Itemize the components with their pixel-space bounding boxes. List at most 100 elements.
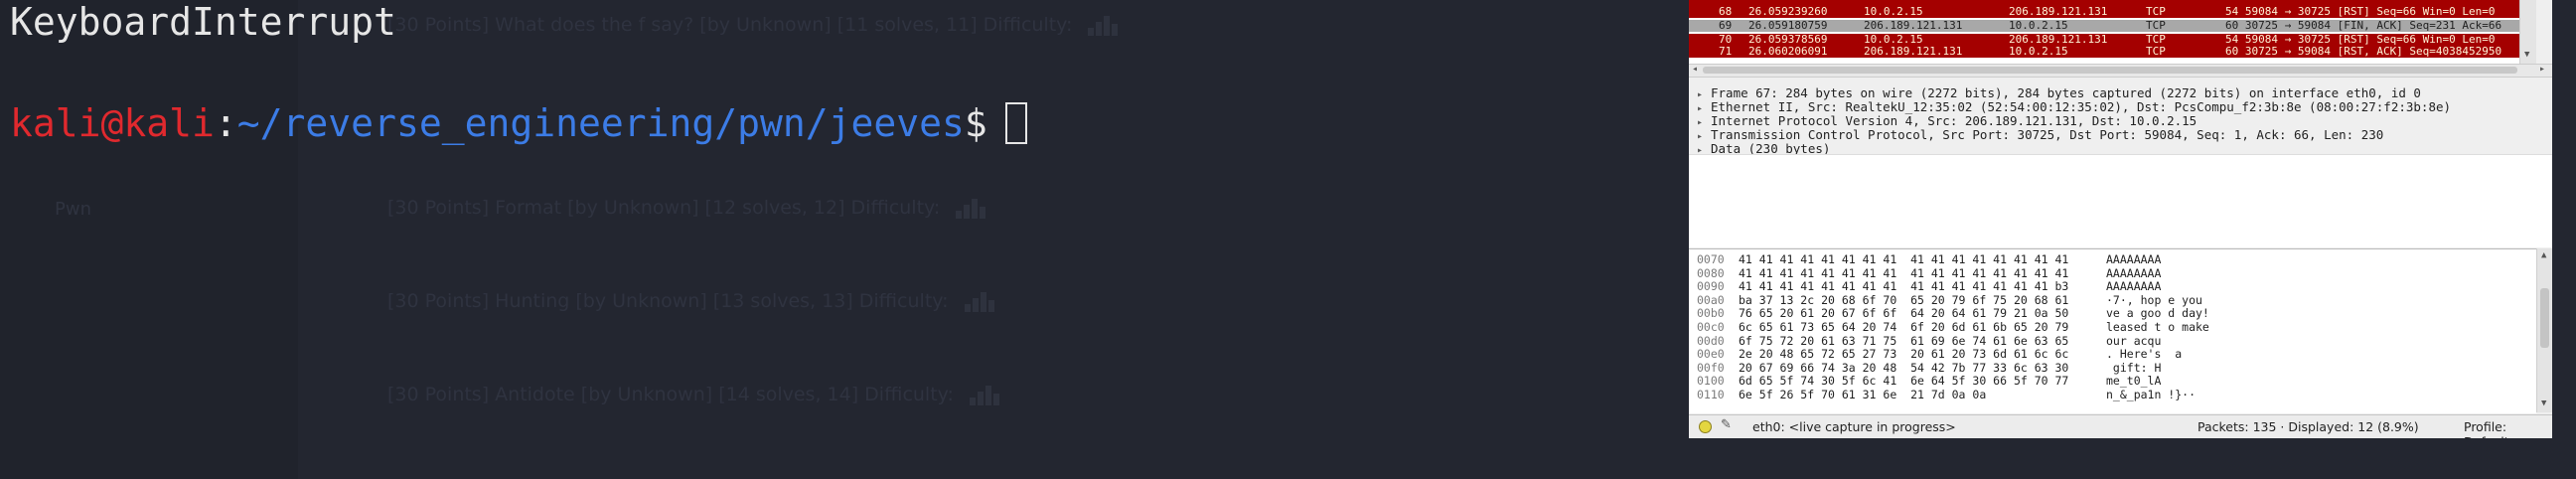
packet-source: 206.189.121.131 bbox=[1864, 46, 1963, 58]
detail-ipv4[interactable]: ▸ Internet Protocol Version 4, Src: 206.1… bbox=[1697, 114, 2197, 129]
packet-details-empty-area bbox=[1689, 154, 2552, 247]
background-challenge-row: [30 Points] Format [by Unknown] [12 solv… bbox=[387, 197, 987, 219]
hex-bytes: 6c 65 61 73 65 64 20 74 6f 20 6d 61 6b 6… bbox=[1739, 320, 2069, 334]
capture-status-icon[interactable] bbox=[1699, 420, 1712, 433]
packet-destination: 10.0.2.15 bbox=[2009, 20, 2068, 32]
detail-tcp[interactable]: ▸ Transmission Control Protocol, Src Port… bbox=[1697, 128, 2383, 143]
hex-ascii: AAAAAAAA bbox=[2106, 265, 2162, 280]
packet-row[interactable]: 69 26.059180759 206.189.121.131 10.0.2.15 TC… bbox=[1689, 20, 2536, 32]
hscroll-thumb[interactable] bbox=[1703, 67, 2517, 74]
hex-offset: 00e0 bbox=[1697, 347, 1725, 362]
packet-destination: 10.0.2.15 bbox=[2009, 46, 2068, 58]
hex-offset: 0080 bbox=[1697, 265, 1725, 280]
packet-protocol: TCP bbox=[2146, 6, 2166, 18]
background-ctf-page: Pwn [30 Points] What does the f say? [by… bbox=[0, 0, 1689, 479]
background-sidebar bbox=[0, 0, 298, 479]
hex-bytes: ba 37 13 2c 20 68 6f 70 65 20 79 6f 75 2… bbox=[1739, 292, 2069, 307]
packet-protocol: TCP bbox=[2146, 46, 2166, 58]
hex-offset: 00d0 bbox=[1697, 333, 1725, 348]
hex-offset: 0110 bbox=[1697, 388, 1725, 401]
background-sidebar-item: Pwn bbox=[55, 199, 91, 220]
scroll-down-icon[interactable]: ▼ bbox=[2524, 50, 2529, 60]
terminal-window[interactable]: Pwn [30 Points] What does the f say? [by… bbox=[0, 0, 1689, 479]
prompt-path: ~/reverse_engineering/pwn/jeeves bbox=[236, 101, 965, 145]
hex-ascii: our acqu bbox=[2106, 333, 2162, 348]
packet-number: 70 bbox=[1719, 34, 1733, 46]
capture-status-text: eth0: <live capture in progress> bbox=[1752, 419, 1956, 434]
hex-offset: 00c0 bbox=[1697, 320, 1725, 334]
packet-protocol: TCP bbox=[2146, 20, 2166, 32]
detail-frame[interactable]: ▸ Frame 67: 284 bytes on wire (2272 bits)… bbox=[1697, 86, 2421, 101]
hex-ascii: n_&_pa1n !}·· bbox=[2106, 388, 2197, 401]
detail-ethernet[interactable]: ▸ Ethernet II, Src: RealtekU_12:35:02 (52… bbox=[1697, 100, 2451, 115]
edit-comment-icon[interactable]: ✎ bbox=[1721, 417, 1732, 432]
wireshark-window[interactable]: 68 26.059239260 10.0.2.15 206.189.121.131 TC… bbox=[1689, 0, 2552, 438]
terminal-prompt-line[interactable]: kali@kali:~/reverse_engineering/pwn/jeev… bbox=[10, 101, 1027, 147]
background-challenge-row: [30 Points] Hunting [by Unknown] [13 sol… bbox=[387, 290, 996, 312]
profile-label[interactable]: Profile: Default bbox=[2464, 419, 2552, 438]
packet-number: 69 bbox=[1719, 20, 1733, 32]
hex-bytes: 6f 75 72 20 61 63 71 75 61 69 6e 74 61 6… bbox=[1739, 333, 2069, 348]
hex-ascii: leased t o make bbox=[2106, 320, 2209, 334]
scroll-thumb[interactable] bbox=[2540, 288, 2549, 348]
packet-row[interactable]: 70 26.059378569 10.0.2.15 206.189.121.131 TC… bbox=[1689, 34, 2536, 46]
packet-time: 26.059378569 bbox=[1748, 34, 1828, 46]
hex-offset: 00f0 bbox=[1697, 360, 1725, 375]
packet-source: 206.189.121.131 bbox=[1864, 20, 1963, 32]
packet-list-hscrollbar[interactable]: ◂ ▸ bbox=[1689, 64, 2552, 78]
packet-list-scrollbar[interactable]: ▼ bbox=[2519, 0, 2536, 64]
packet-bytes-scrollbar[interactable]: ▲ ▼ bbox=[2536, 248, 2552, 412]
packet-destination: 206.189.121.131 bbox=[2009, 34, 2108, 46]
background-challenge-row: [30 Points] Antidote [by Unknown] [14 so… bbox=[387, 384, 1001, 405]
packet-bytes-pane[interactable]: 0070 41 41 41 41 41 41 41 41 41 41 41 41 … bbox=[1689, 248, 2536, 413]
hex-bytes: 41 41 41 41 41 41 41 41 41 41 41 41 41 4… bbox=[1739, 265, 2069, 280]
hex-ascii: gift: H bbox=[2106, 360, 2162, 375]
packet-time: 26.060206091 bbox=[1748, 46, 1828, 58]
packet-protocol: TCP bbox=[2146, 34, 2166, 46]
status-bar: ✎ eth0: <live capture in progress> Packe… bbox=[1689, 414, 2552, 438]
prompt-user: kali@kali bbox=[10, 101, 215, 145]
hex-bytes: 20 67 69 66 74 3a 20 48 54 42 7b 77 33 6… bbox=[1739, 360, 2069, 375]
background-challenge-row: [30 Points] What does the f say? [by Unk… bbox=[387, 14, 1120, 36]
hex-ascii: AAAAAAAA bbox=[2106, 279, 2162, 294]
packet-number: 71 bbox=[1719, 46, 1733, 58]
packet-info: 60 30725 → 59084 [RST, ACK] Seq=40384529… bbox=[2225, 46, 2502, 58]
packet-time: 26.059239260 bbox=[1748, 6, 1828, 18]
scroll-down-icon[interactable]: ▼ bbox=[2541, 399, 2546, 408]
scroll-right-icon[interactable]: ▸ bbox=[2539, 64, 2545, 75]
scroll-left-icon[interactable]: ◂ bbox=[1692, 64, 1698, 75]
hex-bytes: 41 41 41 41 41 41 41 41 41 41 41 41 41 4… bbox=[1739, 279, 2069, 294]
hex-bytes: 41 41 41 41 41 41 41 41 41 41 41 41 41 4… bbox=[1739, 252, 2069, 266]
hex-bytes: 2e 20 48 65 72 65 27 73 20 61 20 73 6d 6… bbox=[1739, 347, 2069, 362]
hex-offset: 00b0 bbox=[1697, 306, 1725, 321]
packet-destination: 206.189.121.131 bbox=[2009, 6, 2108, 18]
packet-list[interactable]: 68 26.059239260 10.0.2.15 206.189.121.131 TC… bbox=[1689, 0, 2536, 64]
packet-source: 10.0.2.15 bbox=[1864, 34, 1923, 46]
hex-ascii: ·7·, hop e you bbox=[2106, 292, 2202, 307]
packet-count: Packets: 135 · Displayed: 12 (8.9%) bbox=[2197, 419, 2419, 434]
hex-ascii: AAAAAAAA bbox=[2106, 252, 2162, 266]
hex-ascii: . Here's a bbox=[2106, 347, 2183, 362]
hex-ascii: me_t0_lA bbox=[2106, 374, 2162, 389]
hex-bytes: 6d 65 5f 74 30 5f 6c 41 6e 64 5f 30 66 5… bbox=[1739, 374, 2069, 389]
hex-bytes: 76 65 20 61 20 67 6f 6f 64 20 64 61 79 2… bbox=[1739, 306, 2069, 321]
packet-info: 54 59084 → 30725 [RST] Seq=66 Win=0 Len=… bbox=[2225, 34, 2496, 46]
terminal-output-line: KeyboardInterrupt bbox=[10, 0, 396, 44]
hex-offset: 0070 bbox=[1697, 252, 1725, 266]
prompt-dollar: $ bbox=[964, 101, 987, 145]
packet-row[interactable]: 68 26.059239260 10.0.2.15 206.189.121.131 TC… bbox=[1689, 6, 2536, 18]
packet-row[interactable]: 71 26.060206091 206.189.121.131 10.0.2.15 TC… bbox=[1689, 46, 2536, 58]
hex-ascii: ve a goo d day! bbox=[2106, 306, 2209, 321]
packet-details-pane[interactable]: ▸ Frame 67: 284 bytes on wire (2272 bits)… bbox=[1689, 79, 2552, 156]
hex-bytes: 6e 5f 26 5f 70 61 31 6e 21 7d 0a 0a bbox=[1739, 388, 1987, 401]
packet-number: 68 bbox=[1719, 6, 1733, 18]
packet-time: 26.059180759 bbox=[1748, 20, 1828, 32]
packet-info: 54 59084 → 30725 [RST] Seq=66 Win=0 Len=… bbox=[2225, 6, 2496, 18]
packet-info: 60 30725 → 59084 [FIN, ACK] Seq=231 Ack=… bbox=[2225, 20, 2502, 32]
prompt-colon: : bbox=[214, 101, 237, 145]
packet-source: 10.0.2.15 bbox=[1864, 6, 1923, 18]
scroll-up-icon[interactable]: ▲ bbox=[2541, 250, 2546, 260]
hex-offset: 0090 bbox=[1697, 279, 1725, 294]
terminal-cursor bbox=[1004, 101, 1027, 144]
hex-offset: 0100 bbox=[1697, 374, 1725, 389]
